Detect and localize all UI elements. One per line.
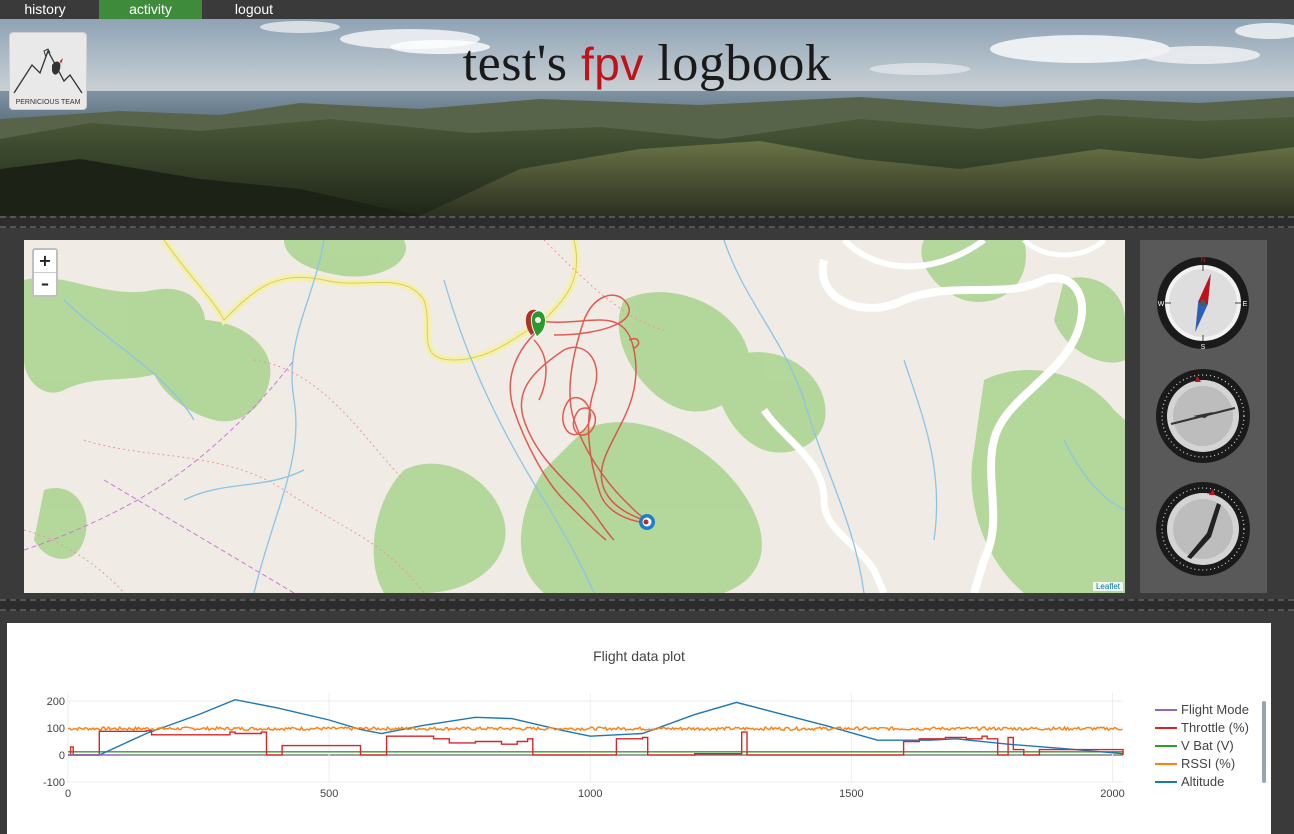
compass-gauge-icon: N E S W — [1157, 257, 1249, 351]
header-banner: PERNICIOUS TEAM test's fpv logbook — [0, 19, 1294, 216]
legend-swatch — [1155, 745, 1177, 747]
legend-scrollbar[interactable] — [1262, 701, 1266, 783]
legend-item[interactable]: Flight Mode — [1153, 701, 1249, 719]
legend-item[interactable]: RSSI (%) — [1153, 755, 1249, 773]
x-tick-label: 2000 — [1100, 788, 1124, 800]
zoom-control: + – — [32, 248, 58, 297]
legend-swatch — [1155, 709, 1177, 711]
map-tiles — [24, 240, 1125, 593]
legend-swatch — [1155, 727, 1177, 729]
legend-label: Throttle (%) — [1181, 720, 1249, 735]
legend-label: RSSI (%) — [1181, 756, 1236, 771]
section-divider — [0, 216, 1294, 228]
svg-text:W: W — [1158, 301, 1165, 308]
title-prefix: test's — [462, 35, 568, 92]
series-line-rssi — [67, 725, 1123, 732]
x-tick-label: 0 — [65, 788, 71, 800]
legend-item[interactable]: Throttle (%) — [1153, 719, 1249, 737]
zoom-out-button[interactable]: – — [34, 272, 56, 295]
flight-map[interactable]: + – Leaflet — [24, 240, 1125, 593]
chart-legend: Flight Mode Throttle (%) V Bat (V) RSSI (%)… — [1153, 701, 1249, 791]
heading-gauge-icon — [1156, 482, 1250, 576]
chart-plot-area[interactable]: -10001002000 500 1000 1500 2000 — [7, 623, 1271, 834]
legend-swatch — [1155, 781, 1177, 783]
y-tick-label: 200 — [47, 696, 65, 708]
instrument-panel: N E S W — [1140, 240, 1267, 593]
zoom-in-button[interactable]: + — [34, 250, 56, 272]
title-accent: fpv — [581, 38, 644, 90]
y-tick-label: -100 — [43, 777, 65, 789]
legend-item[interactable]: Altitude — [1153, 773, 1249, 791]
attitude-gauge-icon — [1156, 369, 1250, 463]
logo-text: PERNICIOUS TEAM — [15, 99, 81, 106]
current-position-icon[interactable] — [639, 514, 655, 530]
svg-text:E: E — [1243, 301, 1248, 308]
tab-history[interactable]: history — [0, 0, 90, 19]
y-tick-label: 100 — [47, 723, 65, 735]
legend-label: Flight Mode — [1181, 702, 1249, 717]
svg-text:N: N — [1200, 257, 1205, 264]
title-suffix: logbook — [657, 35, 832, 92]
legend-label: Altitude — [1181, 774, 1225, 789]
map-attribution-link[interactable]: Leaflet — [1092, 582, 1123, 591]
flight-data-chart: Flight data plot -100 0 100 200 0 500 1000 1500… — [7, 623, 1271, 834]
legend-item[interactable]: V Bat (V) — [1153, 737, 1249, 755]
legend-label: V Bat (V) — [1181, 738, 1234, 753]
svg-text:S: S — [1201, 344, 1206, 351]
page-title: test's fpv logbook — [0, 34, 1294, 93]
y-tick-label: 0 — [59, 750, 65, 762]
x-tick-label: 500 — [320, 788, 338, 800]
tab-logout[interactable]: logout — [210, 0, 298, 19]
top-nav: history activity logout — [0, 0, 1294, 19]
x-tick-label: 1000 — [578, 788, 602, 800]
tab-activity[interactable]: activity — [99, 0, 202, 19]
x-tick-label: 1500 — [839, 788, 863, 800]
legend-swatch — [1155, 763, 1177, 765]
section-divider-2 — [0, 599, 1294, 611]
